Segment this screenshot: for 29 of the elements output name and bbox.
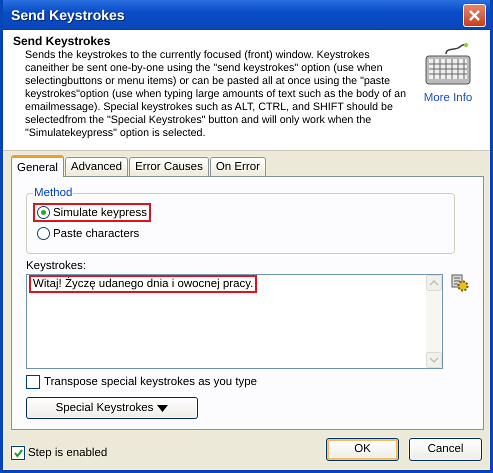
caret-icon bbox=[157, 404, 168, 412]
tab[interactable]: On Error bbox=[210, 157, 266, 176]
gear-icon[interactable] bbox=[451, 274, 469, 292]
cancel-button[interactable]: Cancel bbox=[409, 438, 482, 460]
window-title: Send Keystrokes bbox=[11, 7, 125, 23]
tab[interactable]: Error Causes bbox=[129, 157, 209, 176]
radio-label: Paste characters bbox=[53, 228, 140, 240]
tab[interactable]: Advanced bbox=[64, 157, 128, 176]
tab[interactable]: General bbox=[11, 155, 64, 177]
description-text: Sends the keystrokes to the currently focused (front) window. Keystrokes caneither be sent one-by-one using the "send keystrokes" option (use when selectingbuttons or menu items) or can be pasted all at once using the "paste keystrokes"option (use when typing large amounts of text such as the body of an emailmessage). Special keystrokes such as ALT, CTRL, and SHIFT should be selectedfrom the "Special Keystrokes" button and will only work when the "Simulatekeypress" option is selected. bbox=[24, 49, 408, 140]
method-label: Method bbox=[33, 187, 74, 199]
checkbox-label: Transpose special keystrokes as you type bbox=[44, 376, 258, 388]
keystrokes-label: Keystrokes: bbox=[26, 260, 88, 272]
ok-button[interactable]: OK bbox=[326, 438, 399, 460]
close-button[interactable] bbox=[463, 4, 486, 26]
radio-button[interactable] bbox=[37, 206, 50, 219]
keyboard-icon bbox=[424, 42, 472, 86]
radio-button[interactable] bbox=[37, 227, 50, 240]
radio-option[interactable]: Paste characters bbox=[33, 224, 144, 243]
header-title: Send Keystrokes bbox=[13, 34, 112, 48]
close-icon bbox=[468, 8, 481, 22]
checkbox[interactable] bbox=[26, 375, 40, 389]
keystrokes-text: Witaj! Życzę udanego dnia i owocnej pracy. bbox=[29, 275, 258, 293]
radio-label: Simulate keypress bbox=[53, 206, 147, 218]
more-info-link[interactable]: More Info bbox=[424, 92, 472, 104]
checkbox-label: Step is enabled bbox=[28, 447, 108, 459]
checkbox[interactable] bbox=[11, 446, 25, 460]
highlight-box[interactable]: Simulate keypress bbox=[33, 203, 151, 222]
special-keystrokes-button[interactable]: Special Keystrokes bbox=[26, 397, 198, 419]
